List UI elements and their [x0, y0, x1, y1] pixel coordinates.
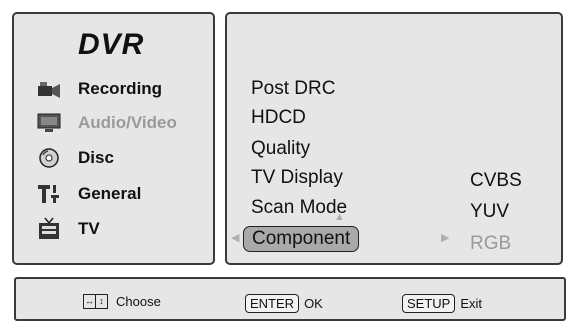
monitor-icon: [36, 112, 62, 134]
hint-setup: SETUP Exit: [402, 294, 482, 313]
enter-key[interactable]: ENTER: [245, 294, 300, 313]
sidebar-item-disc[interactable]: Disc: [36, 145, 114, 171]
menu-item-post-drc[interactable]: Post DRC: [251, 77, 335, 101]
tv-icon: [36, 217, 62, 240]
sidebar-item-general[interactable]: General: [36, 181, 141, 207]
left-arrow-icon[interactable]: ◀: [231, 231, 239, 244]
hint-enter: ENTER OK: [245, 294, 323, 313]
menu-item-tv-display[interactable]: TV Display: [251, 166, 343, 190]
hint-setup-label: Exit: [460, 296, 483, 311]
menu-item-hdcd[interactable]: HDCD: [251, 106, 306, 130]
hint-enter-label: OK: [304, 296, 323, 311]
navigation-keys-icon: ↔ ↕: [83, 294, 108, 309]
right-arrow-icon[interactable]: ▶: [441, 231, 449, 244]
sidebar-item-label: Audio/Video: [78, 113, 177, 132]
sidebar-item-audio-video[interactable]: Audio/Video: [36, 110, 177, 136]
hint-choose-label: Choose: [116, 294, 161, 309]
menu-item-quality[interactable]: Quality: [251, 137, 310, 161]
camcorder-icon: [36, 78, 62, 100]
sidebar-item-label: General: [78, 184, 142, 203]
option-rgb[interactable]: RGB: [470, 233, 511, 255]
scroll-up-icon[interactable]: ▲: [334, 211, 345, 223]
sidebar-item-label: Disc: [78, 148, 114, 167]
sidebar-item-label: Recording: [78, 79, 163, 98]
setup-key[interactable]: SETUP: [402, 294, 456, 313]
general-settings-icon: [36, 183, 62, 205]
menu-item-component[interactable]: Component: [243, 226, 360, 252]
sidebar-item-tv[interactable]: TV: [36, 216, 100, 242]
dvr-title: DVR: [78, 28, 145, 61]
option-yuv[interactable]: YUV: [470, 201, 509, 223]
disc-icon: [36, 147, 62, 169]
sidebar-item-recording[interactable]: Recording: [36, 76, 162, 102]
option-cvbs[interactable]: CVBS: [470, 170, 522, 192]
sidebar-item-label: TV: [78, 219, 100, 238]
menu-item-scan-mode[interactable]: Scan Mode: [251, 196, 347, 220]
hint-choose: ↔ ↕ Choose: [83, 294, 161, 309]
